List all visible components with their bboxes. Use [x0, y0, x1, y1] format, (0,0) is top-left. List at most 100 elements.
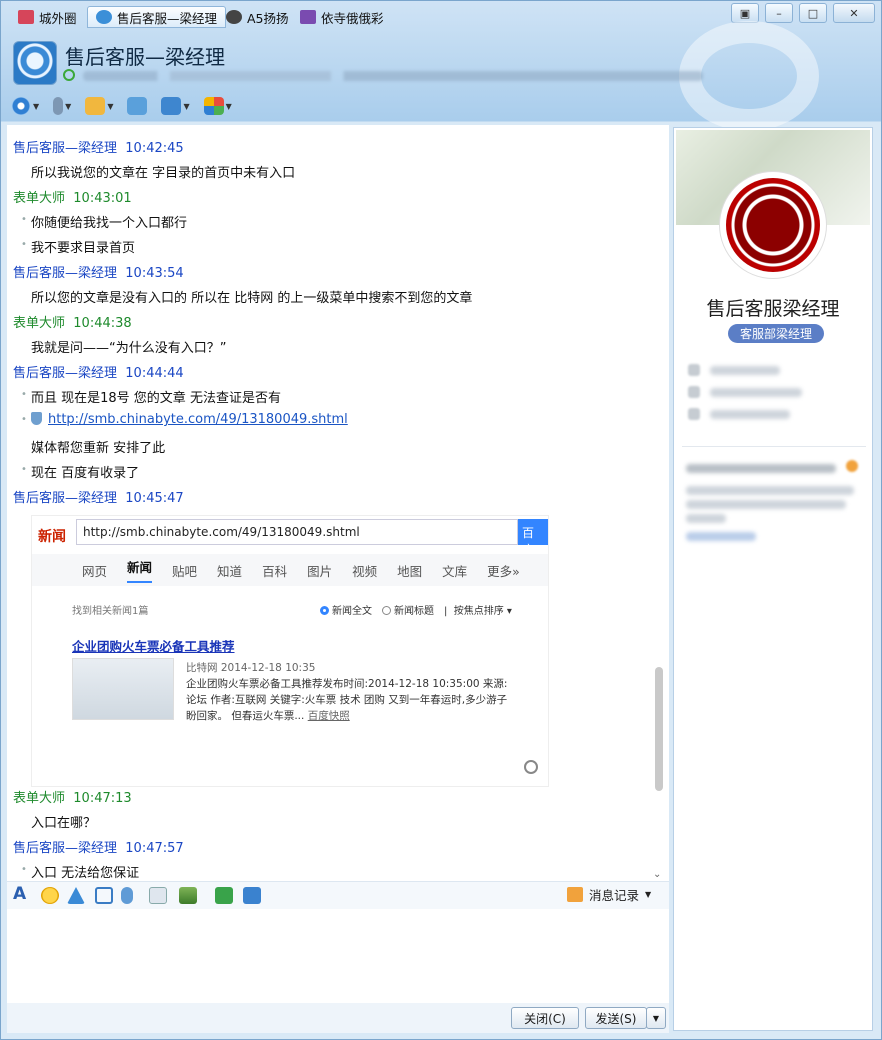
red-packet-icon[interactable]	[215, 887, 233, 904]
message-text: 入口 无法给您保证	[31, 866, 140, 881]
screenshot-result-source: 比特网 2014-12-18 10:35	[186, 662, 316, 674]
maximize-button[interactable]: □	[799, 3, 827, 23]
baidu-news-logo: 新闻	[38, 529, 66, 545]
message-text: 你随便给我找一个入口都行	[31, 216, 188, 231]
skin-button[interactable]: ▣	[731, 3, 759, 23]
video-call-button[interactable]: ▼	[11, 97, 39, 115]
blurred-info	[710, 410, 790, 419]
tab-chengwaiquan[interactable]: 城外圈	[9, 6, 86, 28]
image-icon[interactable]	[179, 887, 197, 904]
screen-share-icon[interactable]	[243, 887, 261, 904]
voice-call-button[interactable]: ▼	[53, 97, 71, 115]
blurred-info	[686, 464, 836, 473]
email-icon	[688, 386, 700, 398]
qq-number-icon	[688, 408, 700, 420]
bullet-dot: •	[21, 214, 27, 225]
divider	[682, 446, 866, 447]
message-text: 我就是问——“为什么没有入口？”	[31, 341, 227, 356]
apps-icon	[203, 97, 224, 115]
safe-link-shield-icon	[31, 412, 42, 425]
doodle-icon[interactable]	[149, 887, 167, 904]
screenshot-options: 新闻全文 新闻标题 | 按焦点排序 ▾	[320, 602, 512, 617]
screenshot-search-button: 百度	[518, 519, 548, 545]
send-file-button[interactable]: ▼	[85, 97, 113, 115]
message-header: 售后客服—梁经理 10:45:47	[13, 491, 184, 506]
signature-blurred	[83, 71, 703, 81]
star-icon	[846, 460, 858, 472]
blurred-info	[686, 514, 726, 523]
blurred-link	[686, 532, 756, 541]
tab-yisi[interactable]: 依寺俄俄彩	[291, 6, 393, 28]
online-status-icon	[63, 69, 75, 81]
qq-icon	[96, 10, 112, 24]
message-header: 售后客服—梁经理 10:42:45	[13, 141, 184, 156]
profile-avatar[interactable]	[720, 172, 826, 278]
voice-message-icon[interactable]	[121, 887, 133, 904]
chat-window: 城外圈 售后客服—梁经理 A5扬扬 依寺俄俄彩 ▣ – □ ✕ 售后客服—梁经理…	[0, 0, 882, 1040]
panda-icon	[226, 10, 242, 24]
message-input[interactable]	[7, 909, 669, 1003]
message-text: 所以我说您的文章在 字目录的首页中未有入口	[31, 166, 296, 181]
send-options-dropdown[interactable]: ▼	[646, 1007, 666, 1029]
user-photo-icon	[300, 10, 316, 24]
blurred-info	[686, 486, 854, 495]
phone-icon	[688, 364, 700, 376]
screenshot-url-box: http://smb.chinabyte.com/49/13180049.sht…	[76, 519, 518, 545]
message-text: 而且 现在是18号 您的文章 无法查证是否有	[31, 391, 281, 406]
font-icon[interactable]: A	[13, 884, 31, 904]
zoom-in-icon[interactable]	[524, 760, 538, 774]
screenshot-icon[interactable]	[95, 887, 113, 904]
chat-scrollbar[interactable]	[655, 667, 663, 791]
emoji-icon[interactable]	[41, 887, 59, 904]
create-group-button[interactable]	[127, 97, 148, 115]
screenshot-result-title: 企业团购火车票必备工具推荐	[72, 639, 235, 654]
message-header: 售后客服—梁经理 10:43:54	[13, 266, 184, 281]
minimize-button[interactable]: –	[765, 3, 793, 23]
bullet-dot: •	[21, 389, 27, 400]
profile-tag: 客服部梁经理	[728, 324, 825, 343]
message-history[interactable]: 售后客服—梁经理 10:42:45 所以我说您的文章在 字目录的首页中未有入口 …	[7, 125, 669, 881]
microphone-icon	[53, 97, 64, 115]
apps-button[interactable]: ▼	[203, 97, 232, 115]
message-header: 表单大师 10:44:38	[13, 316, 132, 331]
window-controls: ▣ – □ ✕	[731, 3, 875, 23]
send-button[interactable]: 发送(S)	[585, 1007, 647, 1029]
profile-panel: 售后客服梁经理 客服部梁经理	[673, 127, 873, 1031]
group-icon	[18, 10, 34, 24]
send-file-icon	[85, 97, 106, 115]
scroll-to-bottom-icon[interactable]: ⌄	[653, 869, 661, 880]
message-header: 表单大师 10:47:13	[13, 791, 132, 806]
remote-desktop-button[interactable]: ▼	[161, 97, 190, 115]
screenshot-tabs: 网页 新闻 贴吧 知道 百科 图片 视频 地图 文库 更多»	[32, 554, 548, 586]
contact-name: 售后客服—梁经理	[65, 45, 225, 69]
bullet-dot: •	[21, 464, 27, 475]
chat-toolbar: ▼ ▼ ▼ ▼ ▼	[11, 97, 232, 115]
image-message-screenshot[interactable]: 新闻 http://smb.chinabyte.com/49/13180049.…	[31, 515, 549, 787]
history-icon	[567, 887, 583, 902]
nudge-icon[interactable]	[67, 887, 85, 904]
bullet-dot: •	[21, 864, 27, 875]
tab-aftersales-liang[interactable]: 售后客服—梁经理	[87, 6, 227, 28]
avatar-logo	[726, 178, 820, 272]
close-window-button[interactable]: ✕	[833, 3, 875, 23]
message-history-button[interactable]: 消息记录 ▼	[567, 885, 651, 904]
blurred-info	[710, 366, 780, 375]
message-text: 我不要求目录首页	[31, 241, 136, 256]
video-icon	[11, 97, 31, 115]
message-link[interactable]: http://smb.chinabyte.com/49/13180049.sht…	[48, 412, 348, 427]
message-text: 媒体帮您重新 安排了此	[31, 441, 166, 456]
tab-a5yangyang[interactable]: A5扬扬	[217, 6, 298, 28]
message-text: 所以您的文章是没有入口的 所以在 比特网 的上一级菜单中搜索不到您的文章	[31, 291, 473, 306]
contact-avatar[interactable]	[13, 41, 57, 85]
message-add-icon	[127, 97, 148, 115]
profile-name: 售后客服梁经理	[706, 298, 840, 320]
close-button[interactable]: 关闭(C)	[511, 1007, 579, 1029]
screenshot-result-body: 企业团购火车票必备工具推荐发布时间:2014-12-18 10:35:00 来源…	[186, 678, 508, 722]
message-header: 售后客服—梁经理 10:47:57	[13, 841, 184, 856]
message-link-row: http://smb.chinabyte.com/49/13180049.sht…	[31, 412, 348, 427]
message-text: 入口在哪？	[31, 816, 97, 831]
message-header: 表单大师 10:43:01	[13, 191, 132, 206]
blurred-info	[686, 500, 846, 509]
screenshot-result-thumbnail	[72, 658, 174, 720]
blurred-info	[710, 388, 802, 397]
